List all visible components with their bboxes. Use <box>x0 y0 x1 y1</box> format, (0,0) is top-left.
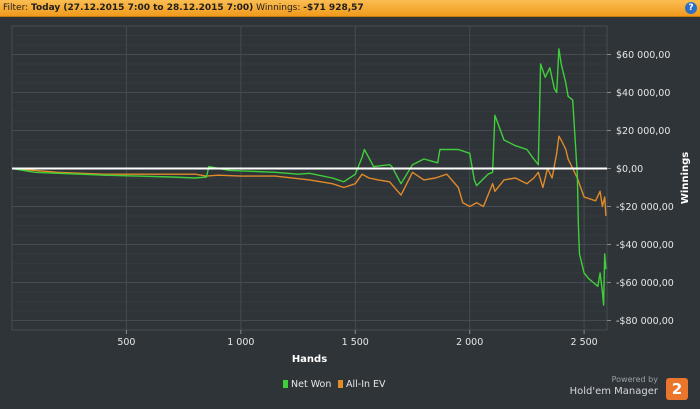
hem2-logo-icon: 2 <box>666 378 688 400</box>
legend-swatch <box>283 380 288 388</box>
winnings-chart: $60 000,00 $40 000,00 $20 000,00 $0,00 -$20 … <box>11 25 691 390</box>
y-tick-label: -$40 000,00 <box>616 240 674 251</box>
winnings-label: Winnings: <box>253 3 304 13</box>
y-tick-label: $60 000,00 <box>616 50 670 61</box>
y-tick-label: $40 000,00 <box>616 88 670 99</box>
x-tick-label: 500 <box>117 337 135 348</box>
x-tick-label: 2 500 <box>571 337 598 348</box>
legend-label: All-In EV <box>346 379 386 390</box>
y-tick-label: -$80 000,00 <box>616 316 674 327</box>
legend-label: Net Won <box>291 379 331 390</box>
branding: Powered by Hold'em Manager 2 <box>564 375 694 405</box>
y-tick-label: $20 000,00 <box>616 126 670 137</box>
y-tick-label: -$60 000,00 <box>616 278 674 289</box>
allin-ev-line <box>11 135 607 217</box>
y-tick-label: $0,00 <box>616 164 643 175</box>
x-tick-label: 1 500 <box>342 337 369 348</box>
x-tick-label: 2 000 <box>456 337 483 348</box>
product-name: Hold'em Manager <box>569 386 658 397</box>
x-tick-label: 1 000 <box>227 337 254 348</box>
y-axis-title: Winnings <box>680 152 691 204</box>
legend: Net Won All-In EV <box>283 379 386 390</box>
powered-by-text: Powered by <box>611 375 658 384</box>
x-axis-title: Hands <box>292 354 327 365</box>
filter-range: Today (27.12.2015 7:00 to 28.12.2015 7:0… <box>31 3 254 13</box>
filter-prefix: Filter: <box>3 3 32 13</box>
y-tick-label: -$20 000,00 <box>616 202 674 213</box>
filter-bar: Filter: Today (27.12.2015 7:00 to 28.12.… <box>0 0 700 17</box>
winnings-value: -$71 928,57 <box>303 3 364 13</box>
legend-swatch <box>338 380 343 388</box>
help-icon[interactable]: ? <box>685 2 697 14</box>
net-won-line <box>11 48 607 306</box>
